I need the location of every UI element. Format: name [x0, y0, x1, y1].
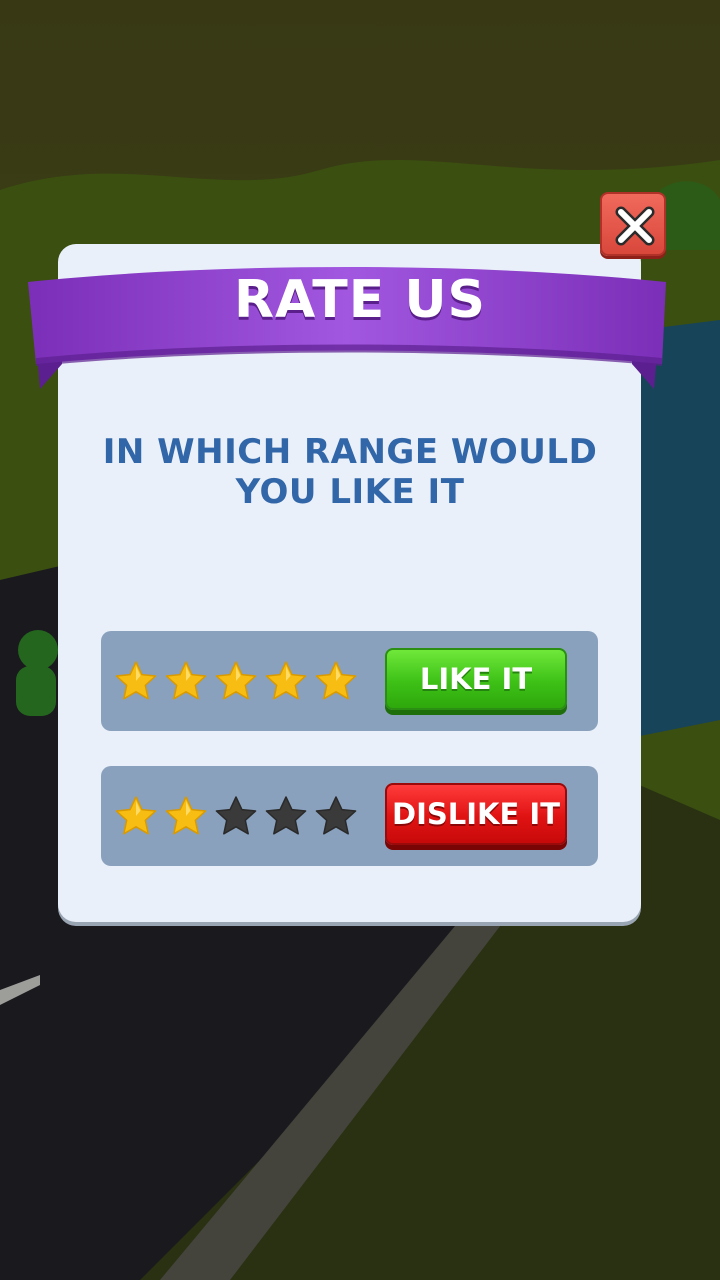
- star-empty-icon: [215, 796, 257, 835]
- star-filled-icon: [215, 661, 257, 700]
- star-empty-icon: [315, 796, 357, 835]
- star-filled-icon: [165, 796, 207, 835]
- star-filled-icon: [115, 661, 157, 700]
- star-filled-icon: [115, 796, 157, 835]
- star-filled-icon: [265, 661, 307, 700]
- rating-question: IN WHICH RANGE WOULD YOU LIKE IT: [102, 432, 598, 512]
- five-star-rating: [113, 659, 359, 705]
- like-it-button[interactable]: LIKE IT: [385, 648, 567, 710]
- two-star-rating: [113, 794, 359, 840]
- like-option-row: LIKE IT: [101, 631, 598, 731]
- star-empty-icon: [265, 796, 307, 835]
- star-filled-icon: [315, 661, 357, 700]
- close-icon: [615, 206, 655, 246]
- close-button[interactable]: [600, 192, 666, 256]
- dislike-option-row: DISLIKE IT: [101, 766, 598, 866]
- star-filled-icon: [165, 661, 207, 700]
- popup-title: RATE US: [233, 270, 487, 330]
- dislike-it-button[interactable]: DISLIKE IT: [385, 783, 567, 845]
